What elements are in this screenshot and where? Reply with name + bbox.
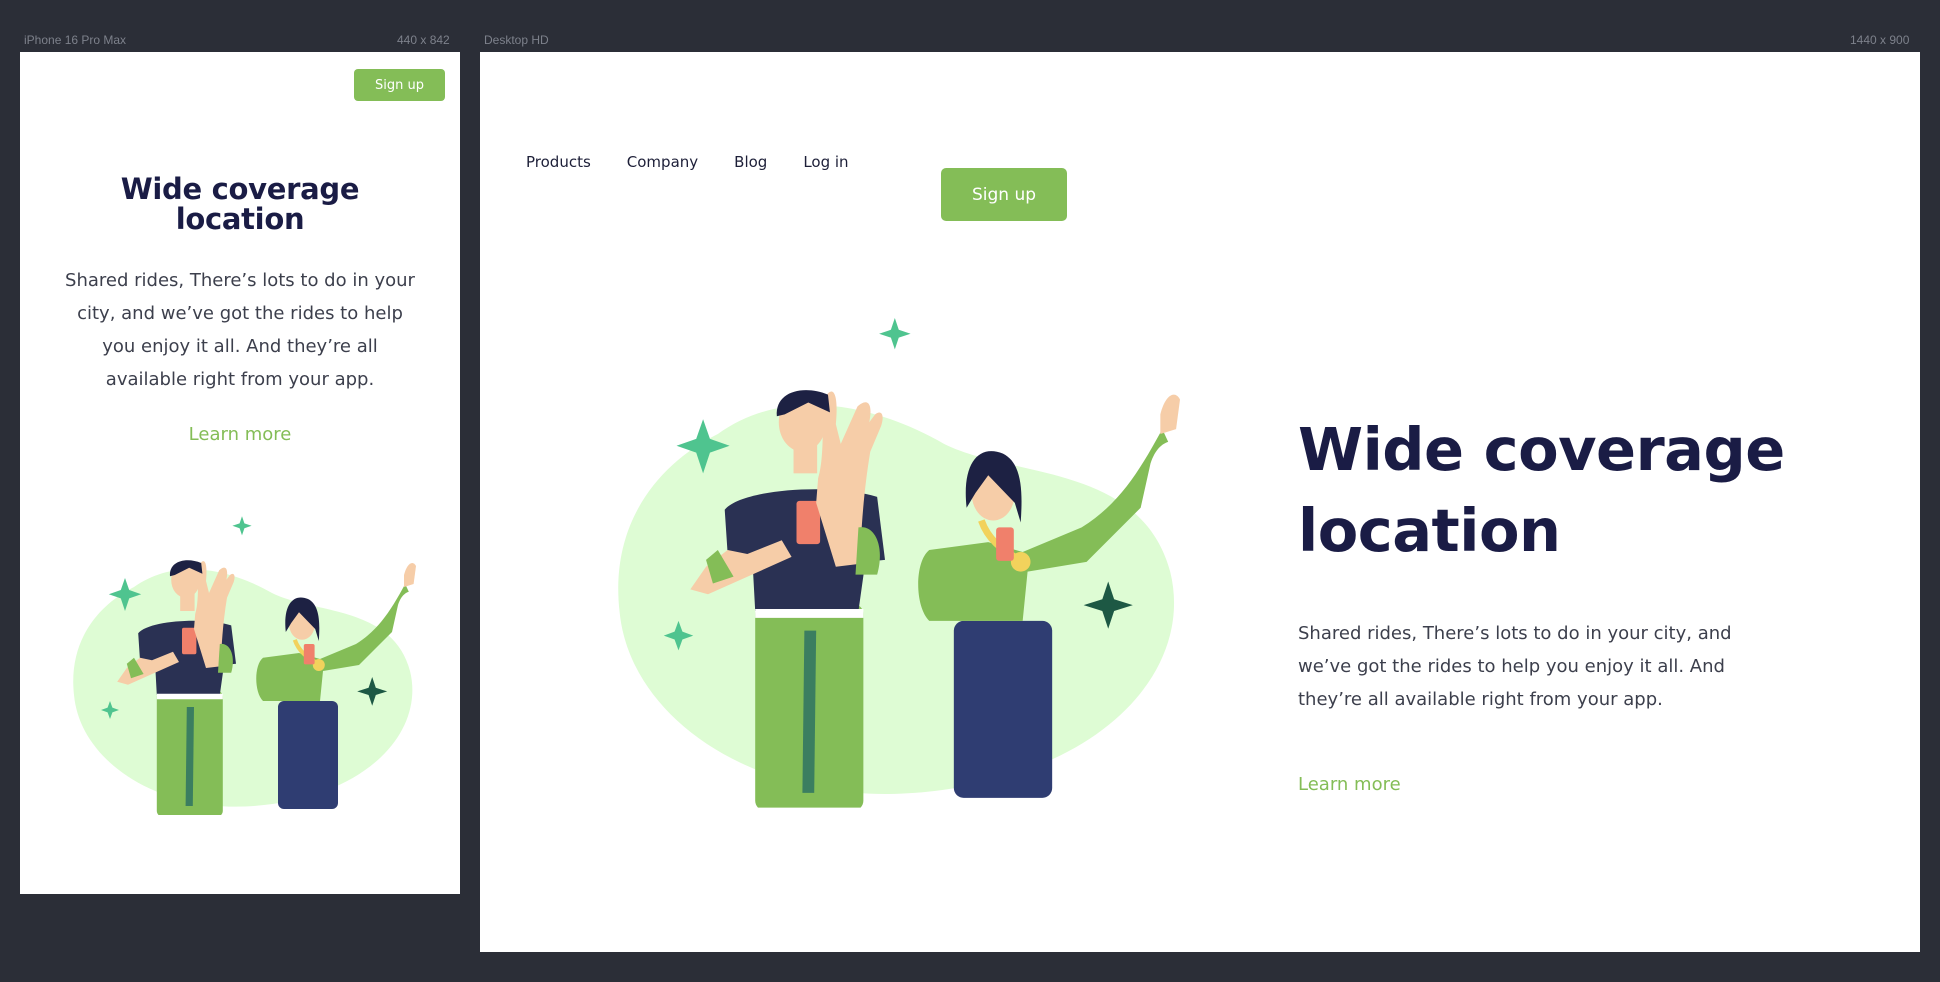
desktop-frame-size: 1440 x 900 bbox=[1850, 33, 1910, 47]
top-nav: Products Company Blog Log in Sign up bbox=[526, 136, 1067, 221]
mobile-frame: Sign up Wide coverage location Shared ri… bbox=[20, 52, 460, 894]
desktop-hero-title: Wide coverage location bbox=[1298, 415, 1785, 565]
mobile-frame-label: iPhone 16 Pro Max bbox=[24, 33, 127, 47]
nav-company[interactable]: Company bbox=[627, 153, 698, 171]
nav-blog[interactable]: Blog bbox=[734, 153, 767, 171]
mobile-hero-description: Shared rides, There’s lots to do in your… bbox=[65, 270, 415, 390]
desktop-frame: Products Company Blog Log in Sign up Wid… bbox=[480, 52, 1920, 952]
desktop-hero-illustration bbox=[590, 292, 1180, 812]
mobile-hero-title: Wide coverage location bbox=[120, 172, 360, 236]
desktop-frame-label: Desktop HD bbox=[484, 33, 549, 47]
mobile-learn-more-link[interactable]: Learn more bbox=[20, 424, 460, 445]
desktop-learn-more-link[interactable]: Learn more bbox=[1298, 774, 1401, 795]
desktop-signup-button[interactable]: Sign up bbox=[941, 168, 1067, 221]
mobile-signup-button[interactable]: Sign up bbox=[354, 69, 445, 101]
nav-products[interactable]: Products bbox=[526, 153, 591, 171]
mobile-hero-illustration bbox=[56, 500, 416, 818]
desktop-hero-description: Shared rides, There’s lots to do in your… bbox=[1298, 623, 1732, 710]
nav-login[interactable]: Log in bbox=[803, 153, 848, 171]
mobile-frame-size: 440 x 842 bbox=[397, 33, 450, 47]
